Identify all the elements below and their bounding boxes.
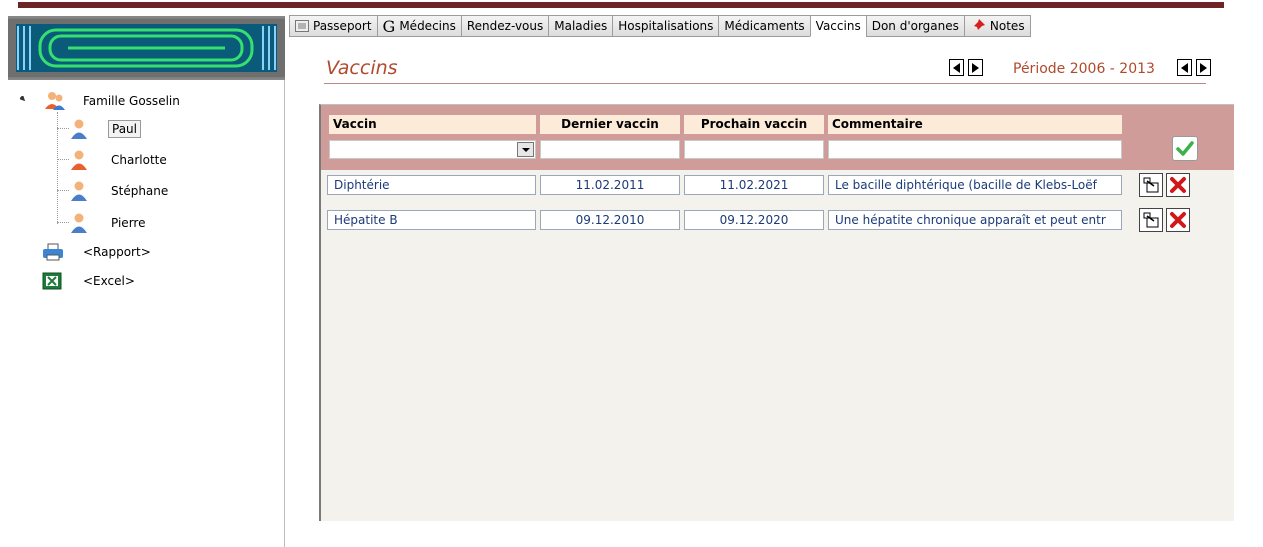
tree-node-excel[interactable]: <Excel>	[42, 270, 138, 292]
chevron-down-icon[interactable]	[517, 142, 534, 157]
tab-passeport[interactable]: Passeport	[289, 15, 377, 37]
arrow-left-icon	[1181, 62, 1188, 73]
person-male-icon	[71, 181, 87, 201]
tab-label: Maladies	[554, 19, 608, 33]
excel-label: <Excel>	[83, 274, 135, 288]
tree-connector	[57, 222, 69, 223]
row1-edit-button[interactable]	[1139, 173, 1163, 197]
family-label: Famille Gosselin	[83, 94, 180, 108]
top-accent-bar	[18, 2, 1224, 8]
main-content: Vaccins Période 2006 - 2013 Vaccin Derni…	[286, 37, 1263, 547]
app-logo	[8, 16, 285, 80]
tab-label: Notes	[989, 19, 1025, 33]
tree-expand-icon[interactable]	[20, 96, 26, 102]
tree-node-report[interactable]: <Rapport>	[42, 241, 154, 263]
tree-connector	[57, 159, 69, 160]
tab-medicaments[interactable]: Médicaments	[718, 15, 810, 37]
tree-node-stephane[interactable]: Stéphane	[70, 180, 171, 202]
delete-x-icon	[1170, 212, 1186, 228]
member-label: Stéphane	[111, 184, 169, 198]
family-icon	[45, 92, 65, 110]
row2-vaccine: Hépatite B	[327, 210, 536, 230]
edit-icon	[1143, 212, 1159, 228]
prev-period-button[interactable]	[1177, 59, 1192, 76]
filter-bar: Vaccin Dernier vaccin Prochain vaccin Co…	[321, 105, 1234, 170]
tab-label: Hospitalisations	[618, 19, 714, 33]
doctor-g-icon: G	[382, 16, 396, 36]
member-label: Paul	[108, 120, 141, 138]
vaccine-panel: Vaccin Dernier vaccin Prochain vaccin Co…	[319, 104, 1234, 521]
passport-icon	[295, 20, 309, 32]
person-male-icon	[71, 213, 87, 233]
row1-delete-button[interactable]	[1166, 173, 1190, 197]
report-label: <Rapport>	[83, 245, 151, 259]
header-dernier-vaccin: Dernier vaccin	[540, 115, 680, 134]
apply-filter-button[interactable]	[1172, 136, 1198, 161]
tab-rendez-vous[interactable]: Rendez-vous	[460, 15, 549, 37]
tree-node-charlotte[interactable]: Charlotte	[70, 149, 170, 171]
row1-vaccine: Diphtérie	[327, 175, 536, 195]
vaccine-filter-select[interactable]	[329, 140, 536, 159]
tab-vaccins[interactable]: Vaccins	[809, 15, 866, 37]
tab-label: Passeport	[313, 19, 372, 33]
excel-icon	[42, 272, 62, 290]
tree-node-paul[interactable]: Paul	[70, 118, 141, 140]
member-label: Charlotte	[111, 153, 167, 167]
header-commentaire: Commentaire	[828, 115, 1122, 134]
arrow-right-icon	[972, 62, 979, 73]
checkmark-icon	[1176, 140, 1194, 156]
page-title: Vaccins	[326, 57, 398, 79]
pushpin-icon	[971, 19, 985, 32]
next-period-button[interactable]	[1196, 59, 1211, 76]
tree-connector	[57, 190, 69, 191]
member-label: Pierre	[111, 216, 146, 230]
edit-icon	[1143, 177, 1159, 193]
header-vaccin: Vaccin	[329, 115, 536, 134]
delete-x-icon	[1170, 177, 1186, 193]
tab-medecins[interactable]: G Médecins	[376, 15, 461, 37]
comment-filter-input[interactable]	[828, 140, 1122, 159]
row2-delete-button[interactable]	[1166, 208, 1190, 232]
header-prochain-vaccin: Prochain vaccin	[684, 115, 824, 134]
tab-label: Don d'organes	[871, 19, 959, 33]
tab-label: Rendez-vous	[466, 19, 544, 33]
prev-record-button[interactable]	[949, 59, 964, 76]
title-underline	[324, 83, 1206, 84]
tab-label: Vaccins	[815, 19, 861, 33]
arrow-right-icon	[1200, 62, 1207, 73]
tab-label: Médicaments	[724, 19, 805, 33]
tab-label: Médecins	[399, 19, 456, 33]
row2-next-date: 09.12.2020	[684, 210, 824, 230]
tree-node-family[interactable]: Famille Gosselin	[44, 90, 183, 112]
row1-comment: Le bacille diphtérique (bacille de Klebs…	[828, 175, 1122, 195]
row2-last-date: 09.12.2010	[540, 210, 680, 230]
tab-hospitalisations[interactable]: Hospitalisations	[612, 15, 719, 37]
person-female-icon	[71, 150, 87, 170]
family-tree	[8, 86, 285, 386]
row1-next-date: 11.02.2021	[684, 175, 824, 195]
tab-don-organes[interactable]: Don d'organes	[865, 15, 964, 37]
tree-connector	[57, 128, 69, 129]
printer-icon	[43, 243, 63, 261]
next-record-button[interactable]	[968, 59, 983, 76]
period-label: Période 2006 - 2013	[1013, 61, 1155, 77]
last-date-filter-input[interactable]	[540, 140, 680, 159]
tab-bar: Passeport G Médecins Rendez-vous Maladie…	[289, 15, 1031, 37]
person-male-icon	[71, 119, 87, 139]
row1-last-date: 11.02.2011	[540, 175, 680, 195]
next-date-filter-input[interactable]	[684, 140, 824, 159]
row2-comment: Une hépatite chronique apparaît et peut …	[828, 210, 1122, 230]
row2-edit-button[interactable]	[1139, 208, 1163, 232]
arrow-left-icon	[953, 62, 960, 73]
tab-maladies[interactable]: Maladies	[548, 15, 613, 37]
tree-node-pierre[interactable]: Pierre	[70, 212, 148, 234]
tab-notes[interactable]: Notes	[963, 15, 1031, 37]
